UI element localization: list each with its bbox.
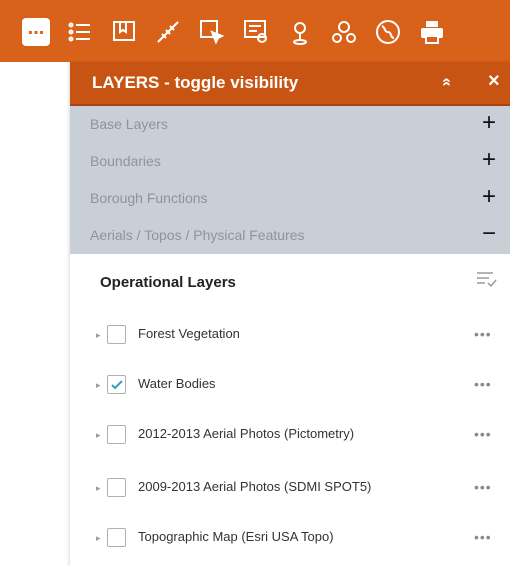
layer-checkbox-checked[interactable] (107, 375, 126, 394)
more-options-icon[interactable]: ••• (474, 479, 492, 495)
layer-row[interactable]: ▸ Topographic Map (Esri USA Topo) ••• (70, 515, 510, 565)
nearby-icon[interactable] (328, 16, 360, 48)
widget-toolbar: ... (0, 0, 510, 62)
group-row-borough-functions[interactable]: Borough Functions + (70, 180, 510, 217)
expand-plus-icon[interactable]: + (482, 183, 496, 211)
layer-checkbox[interactable] (107, 478, 126, 497)
active-tool-glyph: ... (27, 17, 45, 39)
layer-label: Topographic Map (Esri USA Topo) (138, 529, 334, 544)
group-row-base-layers[interactable]: Base Layers + (70, 106, 510, 143)
group-row-boundaries[interactable]: Boundaries + (70, 143, 510, 180)
select-icon[interactable] (196, 16, 228, 48)
expand-caret-icon[interactable]: ▸ (96, 330, 101, 341)
operational-layers-header: Operational Layers (70, 254, 510, 304)
operational-layers-title: Operational Layers (100, 274, 236, 291)
layers-folder-icon[interactable]: ... (22, 18, 50, 46)
close-icon[interactable]: × (488, 70, 500, 93)
more-options-icon[interactable]: ••• (474, 426, 492, 442)
print-icon[interactable] (416, 16, 448, 48)
layer-checkbox[interactable] (107, 325, 126, 344)
layer-label: Water Bodies (138, 376, 216, 391)
layer-groups: Base Layers + Boundaries + Borough Funct… (70, 106, 510, 254)
expand-caret-icon[interactable]: ▸ (96, 430, 101, 441)
group-label: Boundaries (90, 153, 161, 169)
layer-row[interactable]: ▸ 2012-2013 Aerial Photos (Pictometry) •… (70, 412, 510, 462)
expand-plus-icon[interactable]: + (482, 146, 496, 174)
expand-caret-icon[interactable]: ▸ (96, 483, 101, 494)
measure-icon[interactable] (152, 16, 184, 48)
layer-label: 2009-2013 Aerial Photos (SDMI SPOT5) (138, 479, 372, 494)
legend-list-icon[interactable] (64, 16, 96, 48)
group-label: Aerials / Topos / Physical Features (90, 227, 305, 243)
group-row-aerials-topos[interactable]: Aerials / Topos / Physical Features − (70, 217, 510, 254)
bookmark-map-icon[interactable] (108, 16, 140, 48)
expand-plus-icon[interactable]: + (482, 109, 496, 137)
layer-row[interactable]: ▸ Forest Vegetation ••• (70, 312, 510, 362)
layer-label: 2012-2013 Aerial Photos (Pictometry) (138, 426, 355, 441)
filter-list-icon[interactable] (475, 270, 497, 293)
layer-row[interactable]: ▸ Water Bodies ••• (70, 362, 510, 412)
layer-checkbox[interactable] (107, 528, 126, 547)
map-area (0, 62, 70, 566)
layer-label: Forest Vegetation (138, 326, 240, 341)
expand-caret-icon[interactable]: ▸ (96, 380, 101, 391)
more-options-icon[interactable]: ••• (474, 529, 492, 545)
expand-caret-icon[interactable]: ▸ (96, 533, 101, 544)
layer-checkbox[interactable] (107, 425, 126, 444)
layers-panel: LAYERS - toggle visibility » × Base Laye… (70, 62, 510, 566)
layer-row[interactable]: ▸ 2009-2013 Aerial Photos (SDMI SPOT5) •… (70, 465, 510, 515)
query-icon[interactable] (240, 16, 272, 48)
location-pin-icon[interactable] (284, 16, 316, 48)
group-label: Base Layers (90, 116, 168, 132)
collapse-icon[interactable]: » (437, 78, 455, 87)
group-label: Borough Functions (90, 190, 208, 206)
checkmark-icon (110, 379, 123, 389)
panel-title: LAYERS - toggle visibility (92, 73, 299, 92)
panel-header: LAYERS - toggle visibility » × (70, 62, 510, 106)
more-options-icon[interactable]: ••• (474, 326, 492, 342)
globe-icon[interactable] (372, 16, 404, 48)
collapse-minus-icon[interactable]: − (482, 220, 496, 248)
more-options-icon[interactable]: ••• (474, 376, 492, 392)
